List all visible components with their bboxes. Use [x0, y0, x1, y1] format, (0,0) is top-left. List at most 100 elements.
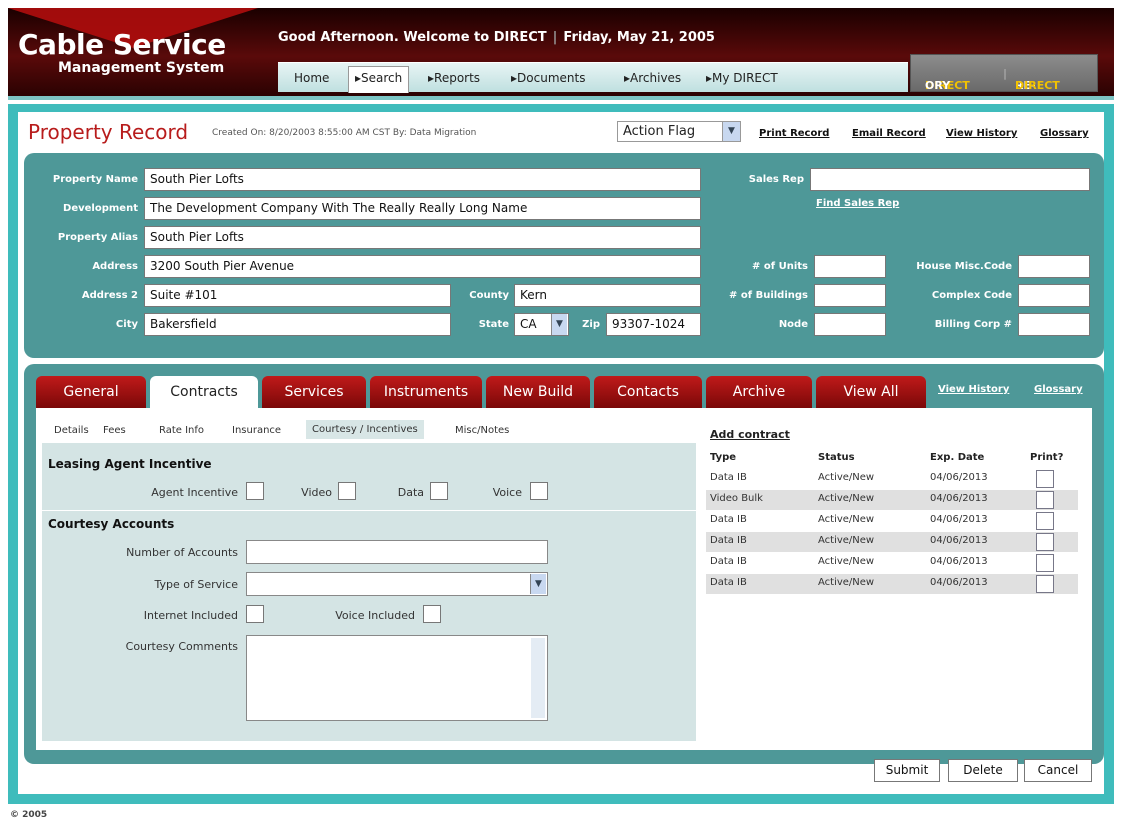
- subtab-fees[interactable]: Fees: [103, 425, 126, 436]
- leasing-agent-header: Leasing Agent Incentive: [48, 457, 212, 471]
- property-name-field[interactable]: South Pier Lofts: [144, 168, 701, 191]
- app-subtitle: Management System: [58, 60, 225, 76]
- subtab-misc-notes[interactable]: Misc/Notes: [455, 425, 509, 436]
- tab-instruments[interactable]: Instruments: [370, 376, 482, 408]
- print-checkbox[interactable]: [1036, 533, 1054, 551]
- chevron-down-icon: ▼: [722, 122, 740, 141]
- voice-included-checkbox[interactable]: [423, 605, 441, 623]
- table-row[interactable]: Data IB Active/New 04/06/2013: [706, 574, 1078, 594]
- num-accounts-input[interactable]: [246, 540, 548, 564]
- agent-incentive-label: Agent Incentive: [151, 486, 238, 499]
- table-row[interactable]: Data IB Active/New 04/06/2013: [706, 532, 1078, 552]
- county-label: County: [469, 290, 509, 301]
- table-row[interactable]: Data IB Active/New 04/06/2013: [706, 511, 1078, 531]
- greeting-text: Good Afternoon. Welcome to DIRECT: [278, 30, 547, 45]
- welcome-message: Good Afternoon. Welcome to DIRECT | Friday…: [278, 30, 715, 45]
- state-label: State: [478, 319, 509, 330]
- page-title: Property Record: [28, 120, 189, 144]
- video-checkbox[interactable]: [338, 482, 356, 500]
- tab-new-build[interactable]: New Build: [486, 376, 590, 408]
- county-field[interactable]: Kern: [514, 284, 701, 307]
- city-field[interactable]: Bakersfield: [144, 313, 451, 336]
- col-status-header: Status: [818, 452, 855, 463]
- courtesy-comments-label: Courtesy Comments: [125, 640, 238, 653]
- type-of-service-select[interactable]: [246, 572, 548, 596]
- voice-checkbox[interactable]: [530, 482, 548, 500]
- current-date: Friday, May 21, 2005: [563, 30, 715, 45]
- voice-included-label: Voice Included: [335, 609, 415, 622]
- cancel-button[interactable]: Cancel: [1024, 759, 1092, 782]
- print-checkbox[interactable]: [1036, 512, 1054, 530]
- email-record-link[interactable]: Email Record: [852, 128, 926, 139]
- tab-services[interactable]: Services: [262, 376, 366, 408]
- delete-button[interactable]: Delete: [948, 759, 1018, 782]
- node-field[interactable]: [814, 313, 886, 336]
- table-row[interactable]: Data IB Active/New 04/06/2013: [706, 469, 1078, 489]
- city-label: City: [115, 319, 138, 330]
- glossary-link[interactable]: Glossary: [1040, 128, 1089, 139]
- main-nav: Home ▸Search ▸Reports ▸Documents ▸Archiv…: [278, 62, 908, 93]
- development-field[interactable]: The Development Company With The Really …: [144, 197, 701, 220]
- units-field[interactable]: [814, 255, 886, 278]
- nav-reports[interactable]: ▸Reports: [428, 71, 480, 85]
- voice-label: Voice: [492, 486, 522, 499]
- print-checkbox[interactable]: [1036, 470, 1054, 488]
- zip-label: Zip: [582, 319, 600, 330]
- tab-contacts[interactable]: Contacts: [594, 376, 702, 408]
- courtesy-comments-textarea[interactable]: [246, 635, 548, 721]
- nav-archives[interactable]: ▸Archives: [624, 71, 681, 85]
- node-label: Node: [778, 319, 808, 330]
- nav-home[interactable]: Home: [294, 71, 329, 85]
- subtab-details[interactable]: Details: [54, 425, 89, 436]
- buildings-label: # of Buildings: [729, 290, 808, 301]
- address-field[interactable]: 3200 South Pier Avenue: [144, 255, 701, 278]
- nav-search[interactable]: ▸Search: [348, 66, 410, 93]
- num-accounts-label: Number of Accounts: [126, 546, 238, 559]
- type-of-service-label: Type of Service: [154, 578, 238, 591]
- internet-included-checkbox[interactable]: [246, 605, 264, 623]
- video-label: Video: [301, 486, 332, 499]
- property-alias-field[interactable]: South Pier Lofts: [144, 226, 701, 249]
- directory-switcher: DIRECT ORY | RE- DIRECT: [910, 54, 1098, 92]
- created-info: Created On: 8/20/2003 8:55:00 AM CST By:…: [212, 128, 477, 138]
- billing-corp-field[interactable]: [1018, 313, 1090, 336]
- col-exp-header: Exp. Date: [930, 452, 985, 463]
- complex-code-field[interactable]: [1018, 284, 1090, 307]
- find-sales-rep-link[interactable]: Find Sales Rep: [816, 198, 899, 209]
- sales-rep-field[interactable]: [810, 168, 1090, 191]
- buildings-field[interactable]: [814, 284, 886, 307]
- agent-incentive-checkbox[interactable]: [246, 482, 264, 500]
- add-contract-link[interactable]: Add contract: [710, 428, 790, 441]
- nav-documents[interactable]: ▸Documents: [511, 71, 585, 85]
- address2-field[interactable]: Suite #101: [144, 284, 451, 307]
- complex-code-label: Complex Code: [931, 290, 1012, 301]
- subtab-courtesy-incentives[interactable]: Courtesy / Incentives: [306, 420, 424, 439]
- tab-view-history-link[interactable]: View History: [938, 384, 1009, 395]
- action-flag-select[interactable]: Action Flag ▼: [617, 121, 741, 142]
- house-misc-field[interactable]: [1018, 255, 1090, 278]
- comments-scrollbar[interactable]: [531, 638, 545, 718]
- print-checkbox[interactable]: [1036, 575, 1054, 593]
- tab-contracts[interactable]: Contracts: [150, 376, 258, 412]
- col-type-header: Type: [710, 452, 737, 463]
- table-row[interactable]: Data IB Active/New 04/06/2013: [706, 553, 1078, 573]
- tab-glossary-link[interactable]: Glossary: [1034, 384, 1083, 395]
- subtab-rate-info[interactable]: Rate Info: [159, 425, 204, 436]
- print-checkbox[interactable]: [1036, 491, 1054, 509]
- data-label: Data: [397, 486, 424, 499]
- nav-my-direct[interactable]: ▸My DIRECT: [706, 71, 778, 85]
- subtab-insurance[interactable]: Insurance: [232, 425, 281, 436]
- print-record-link[interactable]: Print Record: [759, 128, 829, 139]
- table-row[interactable]: Video Bulk Active/New 04/06/2013: [706, 490, 1078, 510]
- tab-general[interactable]: General: [36, 376, 146, 408]
- zip-field[interactable]: 93307-1024: [606, 313, 701, 336]
- data-checkbox[interactable]: [430, 482, 448, 500]
- view-history-link[interactable]: View History: [946, 128, 1017, 139]
- tab-archive[interactable]: Archive: [706, 376, 812, 408]
- print-checkbox[interactable]: [1036, 554, 1054, 572]
- tab-view-all[interactable]: View All: [816, 376, 926, 408]
- submit-button[interactable]: Submit: [874, 759, 940, 782]
- chevron-down-icon: ▼: [530, 574, 546, 594]
- courtesy-accounts-header: Courtesy Accounts: [48, 517, 175, 531]
- address-label: Address: [92, 261, 138, 272]
